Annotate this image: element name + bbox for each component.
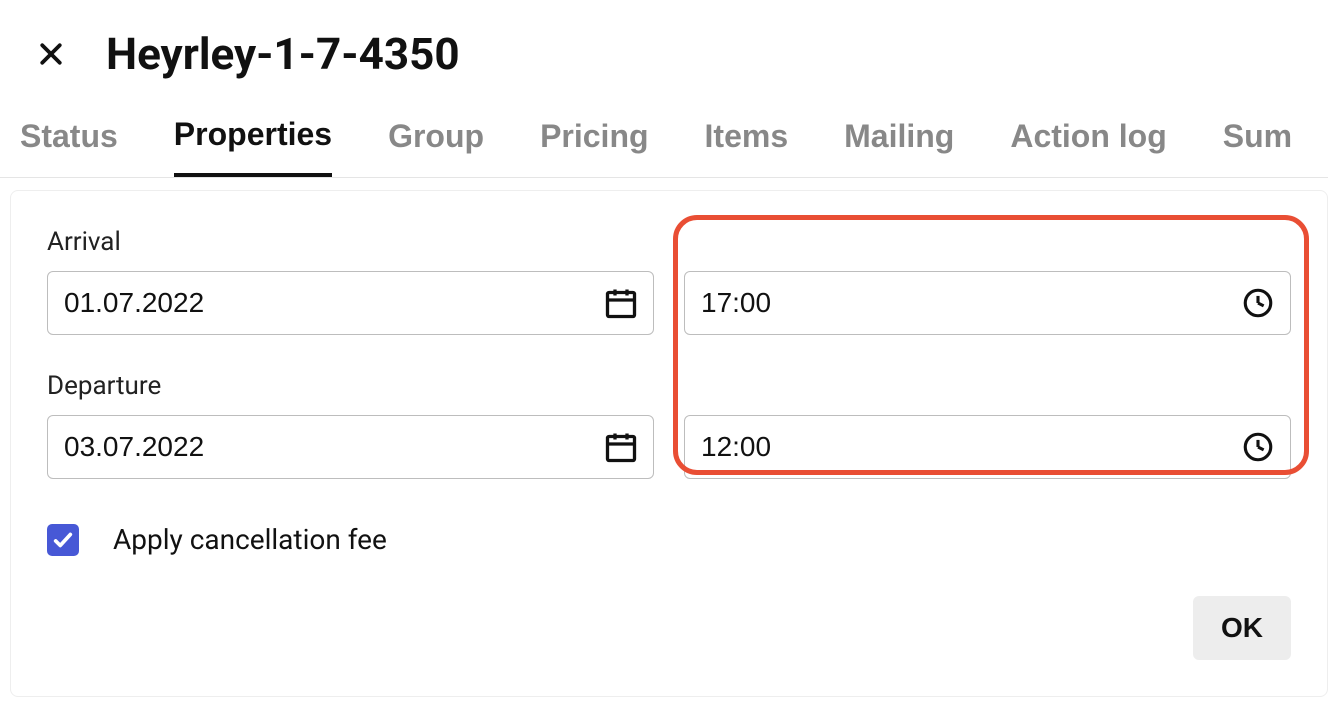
arrival-time-input[interactable]	[701, 287, 1238, 319]
arrival-label: Arrival	[47, 227, 654, 257]
calendar-icon[interactable]	[601, 283, 641, 323]
departure-time-input[interactable]	[701, 431, 1238, 463]
arrival-time-input-wrap[interactable]	[684, 271, 1291, 335]
tab-mailing[interactable]: Mailing	[844, 116, 954, 177]
page-title: Heyrley-1-7-4350	[106, 28, 460, 80]
departure-time-input-wrap[interactable]	[684, 415, 1291, 479]
clock-icon[interactable]	[1238, 427, 1278, 467]
departure-date-field: Departure	[47, 371, 654, 479]
ok-button[interactable]: OK	[1193, 596, 1291, 660]
properties-card: Arrival	[10, 190, 1328, 697]
close-icon	[36, 39, 66, 69]
calendar-icon[interactable]	[601, 427, 641, 467]
clock-icon[interactable]	[1238, 283, 1278, 323]
tab-pricing[interactable]: Pricing	[540, 116, 648, 177]
tab-action-log[interactable]: Action log	[1010, 116, 1166, 177]
tab-properties[interactable]: Properties	[174, 116, 332, 177]
arrival-date-input[interactable]	[64, 287, 601, 319]
departure-time-field	[684, 371, 1291, 479]
tab-items[interactable]: Items	[705, 116, 789, 177]
tabs-nav: Status Properties Group Pricing Items Ma…	[0, 98, 1328, 178]
check-icon	[52, 529, 74, 551]
apply-fee-label: Apply cancellation fee	[113, 523, 387, 556]
tab-summary[interactable]: Sum	[1223, 116, 1292, 177]
apply-fee-checkbox[interactable]	[47, 524, 79, 556]
arrival-time-field	[684, 227, 1291, 335]
arrival-date-field: Arrival	[47, 227, 654, 335]
tab-status[interactable]: Status	[20, 116, 118, 177]
departure-date-input-wrap[interactable]	[47, 415, 654, 479]
departure-label: Departure	[47, 371, 654, 401]
arrival-date-input-wrap[interactable]	[47, 271, 654, 335]
tab-group[interactable]: Group	[388, 116, 484, 177]
close-button[interactable]	[36, 39, 66, 69]
departure-date-input[interactable]	[64, 431, 601, 463]
